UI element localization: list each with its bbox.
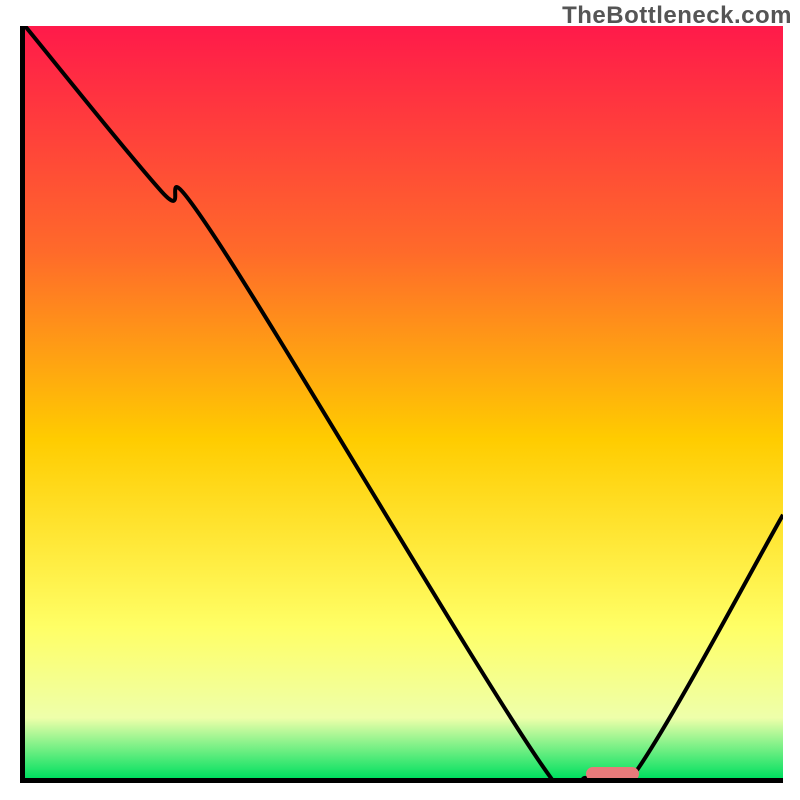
plot-area (20, 26, 783, 783)
background-gradient (25, 26, 783, 778)
chart-container: TheBottleneck.com (0, 0, 800, 800)
optimal-marker (586, 767, 639, 781)
watermark-text: TheBottleneck.com (562, 2, 792, 30)
